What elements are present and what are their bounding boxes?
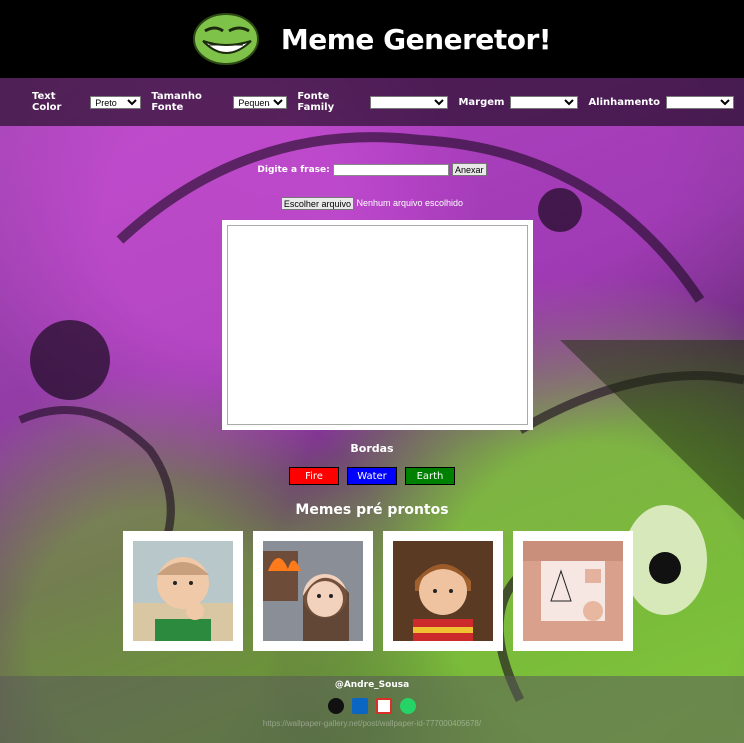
meme-angry-boy[interactable] <box>383 531 503 651</box>
success-kid-image <box>133 541 233 641</box>
font-size-label: Tamanho Fonte <box>151 91 202 113</box>
fire-border-button[interactable]: Fire <box>289 467 339 485</box>
page-title: Meme Generetor! <box>280 22 552 56</box>
file-status: Nenhum arquivo escolhido <box>356 197 464 208</box>
meme-disaster-girl[interactable] <box>253 531 373 651</box>
phrase-label: Digite a frase: <box>257 165 330 175</box>
disaster-girl-image <box>263 541 363 641</box>
phrase-input[interactable] <box>332 163 449 176</box>
math-lady-image <box>523 541 623 641</box>
troll-face-icon <box>192 13 259 65</box>
social-links <box>0 698 744 714</box>
alignment-control: Alinhamento <box>588 95 734 109</box>
memes-title: Memes pré prontos <box>295 502 449 518</box>
alignment-label: Alinhamento <box>588 96 660 108</box>
font-family-control: Fonte Family <box>297 91 449 113</box>
file-row: Escolher arquivo Nenhum arquivo escolhid… <box>0 197 744 210</box>
margin-select[interactable] <box>510 95 579 109</box>
alignment-select[interactable] <box>666 95 734 109</box>
font-family-select[interactable] <box>370 95 449 109</box>
meme-canvas-frame <box>222 220 533 430</box>
angry-boy-image <box>393 541 493 641</box>
text-color-select[interactable]: Preto <box>90 95 142 109</box>
margin-label: Margem <box>458 96 505 108</box>
wallpaper-credit[interactable]: https://wallpaper-gallery.net/post/wallp… <box>0 719 744 728</box>
site-header: Meme Generetor! <box>0 0 744 78</box>
meme-gallery <box>123 531 633 651</box>
gmail-icon[interactable] <box>376 698 392 714</box>
text-color-label: Text Color <box>32 91 62 113</box>
attach-button[interactable]: Anexar <box>452 163 487 176</box>
font-size-control: Tamanho Fonte Pequena <box>151 91 288 113</box>
border-buttons: Fire Water Earth <box>0 467 744 485</box>
earth-border-button[interactable]: Earth <box>405 467 455 485</box>
choose-file-button[interactable]: Escolher arquivo <box>280 197 354 210</box>
phrase-row: Digite a frase: Anexar <box>0 163 744 176</box>
meme-canvas[interactable] <box>227 225 528 425</box>
author-handle: @Andre_Sousa <box>334 680 410 690</box>
whatsapp-icon[interactable] <box>400 698 416 714</box>
text-color-control: Text Color Preto <box>32 91 142 113</box>
font-family-label: Fonte Family <box>297 91 335 113</box>
water-border-button[interactable]: Water <box>347 467 397 485</box>
linkedin-icon[interactable] <box>352 698 368 714</box>
site-footer: @Andre_Sousa https://wallpaper-gallery.n… <box>0 676 744 743</box>
github-icon[interactable] <box>328 698 344 714</box>
meme-math-lady[interactable] <box>513 531 633 651</box>
borders-title: Bordas <box>350 442 394 455</box>
font-size-select[interactable]: Pequena <box>233 95 288 109</box>
meme-success-kid[interactable] <box>123 531 243 651</box>
margin-control: Margem <box>458 95 579 109</box>
style-toolbar: Text Color Preto Tamanho Fonte Pequena F… <box>0 78 744 126</box>
